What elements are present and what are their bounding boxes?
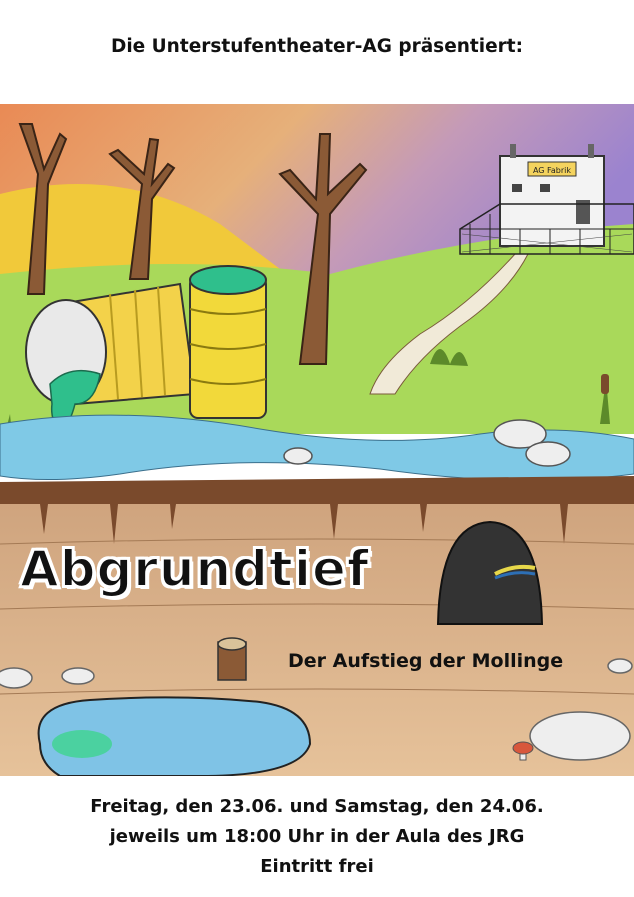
presenter-line: Die Unterstufentheater-AG präsentiert: — [110, 36, 524, 57]
tree-stump — [217, 637, 247, 681]
barrel — [189, 265, 267, 419]
event-info: Freitag, den 23.06. und Samstag, den 24.… — [0, 792, 634, 882]
factory-sign: AG Fabrik — [533, 166, 571, 175]
topsoil — [0, 476, 634, 506]
pond-slime — [52, 730, 112, 758]
event-dates: Freitag, den 23.06. und Samstag, den 24.… — [90, 796, 544, 817]
play-subtitle: Der Aufstieg der Mollinge — [288, 650, 564, 672]
event-time-place: jeweils um 18:00 Uhr in der Aula des JRG — [109, 826, 525, 847]
play-title: Abgrundtief — [19, 539, 370, 599]
illustration: AG Fabrik — [0, 104, 634, 776]
event-admission: Eintritt frei — [260, 856, 374, 877]
